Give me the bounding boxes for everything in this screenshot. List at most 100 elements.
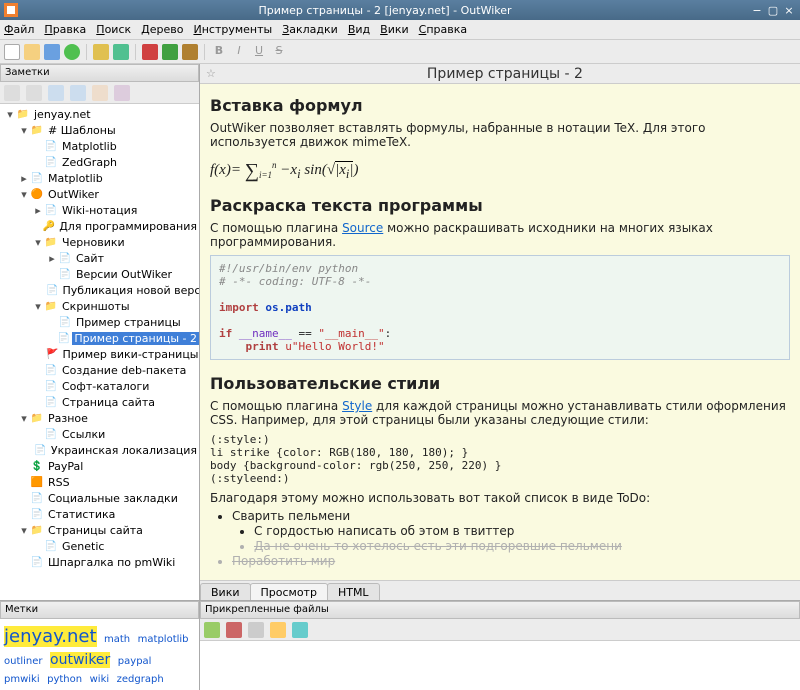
tab-html[interactable]: HTML	[327, 583, 380, 600]
tree-toggle-icon[interactable]: ▾	[18, 412, 30, 425]
menu-файл[interactable]: Файл	[4, 23, 34, 36]
tree-label[interactable]: Matplotlib	[60, 140, 119, 153]
tree-label[interactable]: PayPal	[46, 460, 85, 473]
menu-поиск[interactable]: Поиск	[96, 23, 131, 36]
tree-label[interactable]: Публикация новой версии	[60, 284, 199, 297]
tag[interactable]: pmwiki	[4, 674, 40, 685]
tag[interactable]: outliner	[4, 656, 43, 667]
tree-node[interactable]: ▸📄Wiki-нотация	[0, 202, 199, 218]
menu-дерево[interactable]: Дерево	[141, 23, 183, 36]
attach-copy-button[interactable]	[248, 622, 264, 638]
tree-node[interactable]: ▾📁# Шаблоны	[0, 122, 199, 138]
tree-toggle-icon[interactable]: ▸	[18, 172, 30, 185]
tree-label[interactable]: Страница сайта	[60, 396, 157, 409]
menu-инструменты[interactable]: Инструменты	[193, 23, 272, 36]
tree-label[interactable]: Wiki-нотация	[60, 204, 139, 217]
bookmark-star-icon[interactable]: ☆	[206, 67, 216, 80]
tree-toggle-icon[interactable]: ▾	[4, 108, 16, 121]
attach-add-button[interactable]	[204, 622, 220, 638]
tree-label[interactable]: Статистика	[46, 508, 117, 521]
tree-label[interactable]: Скриншоты	[60, 300, 132, 313]
reload-button[interactable]	[64, 44, 80, 60]
tree-node[interactable]: ▾📁jenyay.net	[0, 106, 199, 122]
tree-label[interactable]: Для программирования	[57, 220, 199, 233]
tree-node[interactable]: ▸📄Matplotlib	[0, 170, 199, 186]
tag[interactable]: outwiker	[50, 652, 110, 668]
tree-node[interactable]: ▾📁Страницы сайта	[0, 522, 199, 538]
menu-закладки[interactable]: Закладки	[282, 23, 338, 36]
tree-node[interactable]: 📄Публикация новой версии	[0, 282, 199, 298]
tree-node[interactable]: 📄Genetic	[0, 538, 199, 554]
move-down-button[interactable]	[70, 85, 86, 101]
tab-просмотр[interactable]: Просмотр	[250, 583, 328, 600]
copy-button[interactable]	[162, 44, 178, 60]
tree-node[interactable]: 🟧RSS	[0, 474, 199, 490]
tree-label[interactable]: OutWiker	[46, 188, 101, 201]
tree-node[interactable]: 📄Украинская локализация	[0, 442, 199, 458]
close-button[interactable]: ×	[782, 3, 796, 17]
tag[interactable]: jenyay.net	[4, 626, 97, 647]
underline-button[interactable]: U	[251, 44, 267, 60]
bold-button[interactable]: B	[211, 44, 227, 60]
tree-node[interactable]: 📄Версии OutWiker	[0, 266, 199, 282]
tree-label[interactable]: Сайт	[74, 252, 106, 265]
tree-settings-button[interactable]	[114, 85, 130, 101]
tree-node[interactable]: 📄Страница сайта	[0, 394, 199, 410]
tree-node[interactable]: 📄Matplotlib	[0, 138, 199, 154]
tree-label[interactable]: RSS	[46, 476, 72, 489]
tag[interactable]: paypal	[118, 656, 152, 667]
tree-label[interactable]: Ссылки	[60, 428, 107, 441]
sort-button[interactable]	[92, 85, 108, 101]
tree-label[interactable]: Genetic	[60, 540, 106, 553]
expand-all-button[interactable]	[4, 85, 20, 101]
tree-node[interactable]: 📄Пример страницы	[0, 314, 199, 330]
italic-button[interactable]: I	[231, 44, 247, 60]
tree-label[interactable]: Шпаргалка по pmWiki	[46, 556, 177, 569]
tree-node[interactable]: ▾📁Черновики	[0, 234, 199, 250]
tree-node[interactable]: 🔑Для программирования	[0, 218, 199, 234]
attach-remove-button[interactable]	[226, 622, 242, 638]
tree-node[interactable]: 📄Статистика	[0, 506, 199, 522]
menu-вид[interactable]: Вид	[348, 23, 370, 36]
tree-node[interactable]: 📄Софт-каталоги	[0, 378, 199, 394]
menu-справка[interactable]: Справка	[419, 23, 467, 36]
tree-label[interactable]: Версии OutWiker	[74, 268, 174, 281]
tree-toggle-icon[interactable]: ▸	[32, 204, 44, 217]
tree-label[interactable]: Пример страницы - 2	[72, 332, 199, 345]
attach-open-button[interactable]	[270, 622, 286, 638]
attachments-list[interactable]	[200, 641, 800, 690]
cut-button[interactable]	[142, 44, 158, 60]
tree-label[interactable]: ZedGraph	[60, 156, 119, 169]
tree-toggle-icon[interactable]: ▾	[18, 524, 30, 537]
undo-button[interactable]	[93, 44, 109, 60]
tree-node[interactable]: ▸📄Сайт	[0, 250, 199, 266]
tree-toggle-icon[interactable]: ▸	[46, 252, 58, 265]
tree-node[interactable]: 📄Пример страницы - 2	[0, 330, 199, 346]
tag[interactable]: matplotlib	[138, 634, 189, 645]
maximize-button[interactable]: ▢	[766, 3, 780, 17]
menu-вики[interactable]: Вики	[380, 23, 409, 36]
tree-toggle-icon[interactable]: ▾	[18, 188, 30, 201]
tree-toggle-icon[interactable]: ▾	[32, 300, 44, 313]
tree-label[interactable]: Социальные закладки	[46, 492, 180, 505]
tree-label[interactable]: Создание deb-пакета	[60, 364, 188, 377]
tree-node[interactable]: ▾📁Скриншоты	[0, 298, 199, 314]
link-source-plugin[interactable]: Source	[342, 221, 383, 235]
tree-label[interactable]: Matplotlib	[46, 172, 105, 185]
tag[interactable]: zedgraph	[117, 674, 164, 685]
attach-refresh-button[interactable]	[292, 622, 308, 638]
paste-button[interactable]	[182, 44, 198, 60]
tree-label[interactable]: Софт-каталоги	[60, 380, 151, 393]
tree-label[interactable]: Разное	[46, 412, 90, 425]
strike-button[interactable]: S	[271, 44, 287, 60]
tree-label[interactable]: jenyay.net	[32, 108, 93, 121]
menu-правка[interactable]: Правка	[44, 23, 86, 36]
tree-node[interactable]: 📄Шпаргалка по pmWiki	[0, 554, 199, 570]
tab-вики[interactable]: Вики	[200, 583, 251, 600]
new-button[interactable]	[4, 44, 20, 60]
tree-label[interactable]: Пример вики-страницы	[60, 348, 199, 361]
redo-button[interactable]	[113, 44, 129, 60]
tree-node[interactable]: 📄Социальные закладки	[0, 490, 199, 506]
minimize-button[interactable]: −	[750, 3, 764, 17]
tree-label[interactable]: Страницы сайта	[46, 524, 145, 537]
